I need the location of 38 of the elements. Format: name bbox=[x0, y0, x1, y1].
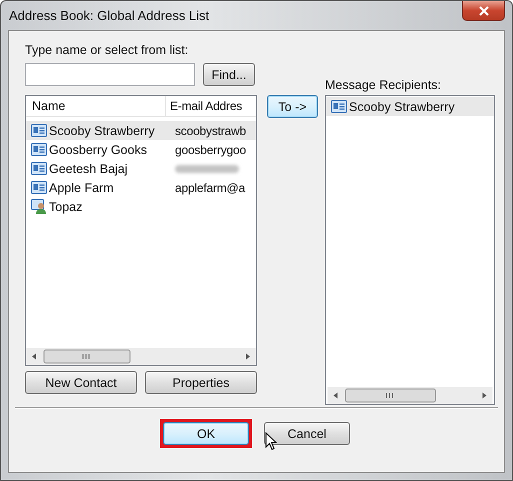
contact-group-icon bbox=[31, 199, 47, 214]
contact-name: Topaz bbox=[49, 200, 82, 214]
contact-row[interactable]: Goosberry Gooks goosberrygoo bbox=[26, 140, 256, 159]
contact-row[interactable]: Geetesh Bajaj bbox=[26, 159, 256, 178]
search-field[interactable] bbox=[25, 63, 195, 86]
to-button[interactable]: To -> bbox=[267, 95, 318, 118]
mouse-pointer-icon bbox=[265, 432, 277, 451]
list-action-button[interactable]: Properties bbox=[145, 371, 257, 394]
close-button[interactable] bbox=[462, 1, 505, 21]
dialog-button[interactable]: OK bbox=[163, 422, 249, 445]
contact-card-icon bbox=[31, 181, 47, 194]
contact-name: Goosberry Gooks bbox=[49, 142, 147, 156]
contact-row[interactable]: Apple Farm applefarm@a bbox=[26, 178, 256, 197]
contact-row[interactable]: Topaz bbox=[26, 197, 256, 216]
list-action-button[interactable]: New Contact bbox=[25, 371, 137, 394]
recipient-name: Scooby Strawberry bbox=[349, 100, 455, 114]
contact-card-icon bbox=[331, 100, 347, 113]
contact-email: scoobystrawb bbox=[175, 124, 246, 138]
find-button[interactable]: Find... bbox=[203, 63, 255, 86]
column-header[interactable]: Name bbox=[26, 96, 166, 116]
contact-name: Geetesh Bajaj bbox=[49, 162, 128, 176]
dialog-button[interactable]: Cancel bbox=[264, 422, 350, 445]
contact-card-icon bbox=[31, 143, 47, 156]
contact-name: Apple Farm bbox=[49, 180, 114, 194]
search-label: Type name or select from list: bbox=[25, 43, 190, 57]
contact-email: goosberrygoo bbox=[175, 142, 246, 156]
recipients-label: Message Recipients: bbox=[325, 78, 442, 92]
horizontal-scrollbar[interactable] bbox=[26, 348, 256, 365]
close-icon bbox=[478, 6, 488, 16]
contact-name: Scooby Strawberry bbox=[49, 124, 155, 138]
column-header[interactable]: E-mail Addres bbox=[166, 96, 256, 116]
recipient-row[interactable]: Scooby Strawberry bbox=[326, 97, 494, 116]
contact-card-icon bbox=[31, 162, 47, 175]
contact-card-icon bbox=[31, 124, 47, 137]
contact-row[interactable]: Scooby Strawberry scoobystrawb bbox=[26, 121, 256, 140]
contact-email: applefarm@a bbox=[175, 180, 246, 194]
horizontal-scrollbar[interactable] bbox=[326, 387, 494, 404]
window-title: Address Book: Global Address List bbox=[9, 8, 210, 23]
